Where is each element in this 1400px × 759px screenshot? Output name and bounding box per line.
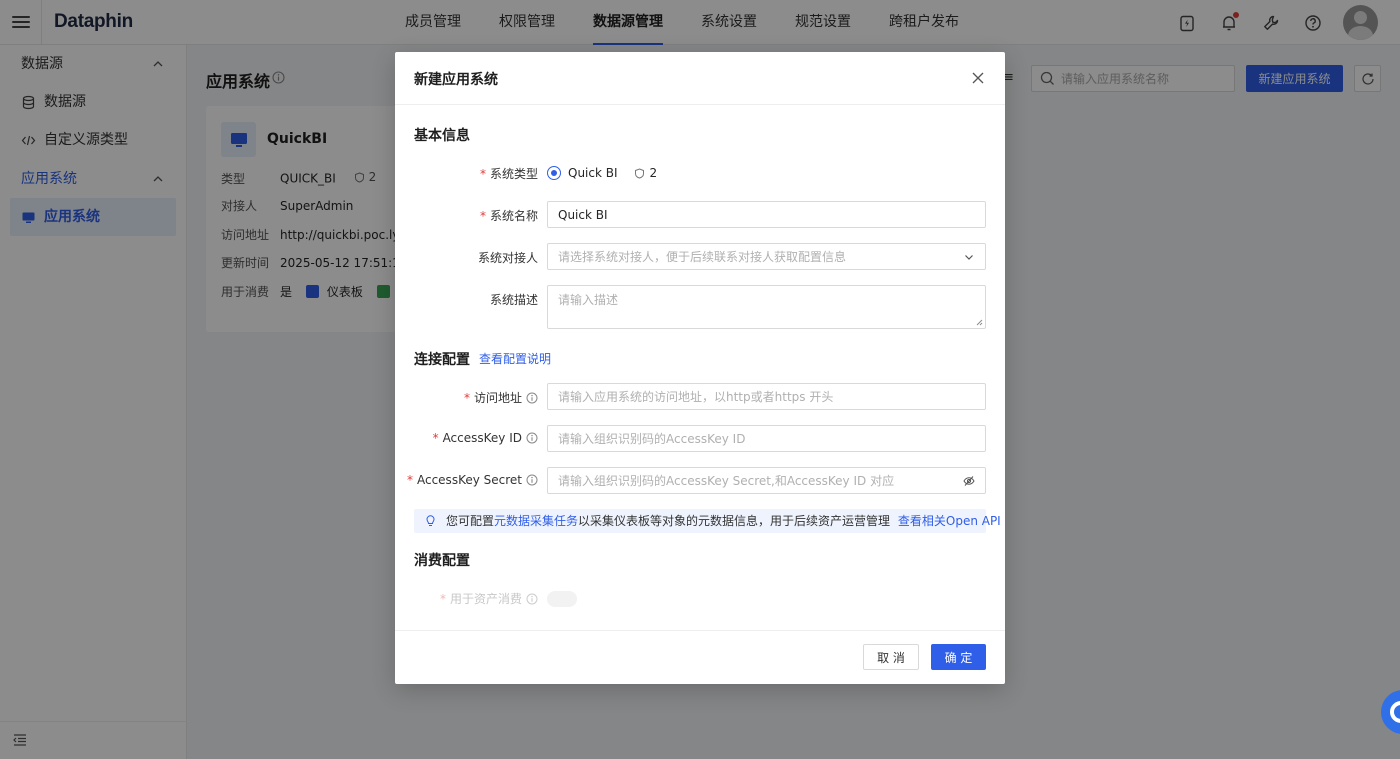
url-input[interactable] [558,384,958,409]
info-icon[interactable] [526,474,538,486]
dialog-footer: 取 消 确 定 [395,630,1005,684]
system-type-radio-group: Quick BI 2 [547,165,657,181]
accesskey-secret-field [547,467,986,494]
system-name-input[interactable] [558,202,958,227]
consume-switch[interactable] [547,591,577,607]
shield-icon [634,167,644,179]
metadata-task-link[interactable]: 元数据采集任务 [494,514,578,528]
accesskey-id-input[interactable] [558,426,958,451]
close-icon[interactable] [971,71,985,85]
dialog-header: 新建应用系统 [395,52,1005,105]
consume-label: * 用于资产消费 [440,590,538,607]
info-icon[interactable] [526,432,538,444]
section-consumption: 消费配置 [414,553,470,569]
dialog-title: 新建应用系统 [414,72,498,88]
contact-select-input[interactable] [558,244,958,269]
system-type-option[interactable]: Quick BI [568,166,618,180]
resize-handle-icon[interactable] [976,319,983,326]
section-connection: 连接配置 [414,352,470,368]
system-type-label: * 系统类型 [479,166,538,182]
url-label: * 访问地址 [464,389,538,406]
accesskey-secret-label: * AccessKey Secret [407,473,538,487]
cancel-button[interactable]: 取 消 [863,644,919,670]
eye-off-icon[interactable] [963,475,975,487]
system-name-field [547,201,986,228]
metadata-tip: 您可配置元数据采集任务以采集仪表板等对象的元数据信息，用于后续资产运营管理 查看… [414,509,1001,533]
contact-select[interactable] [547,243,986,270]
chevron-down-icon [965,255,973,260]
new-app-system-dialog: 新建应用系统 基本信息 *系统类型 Quick BI 2 *系统名称 系统对接人… [395,52,1005,684]
section-basic-info: 基本信息 [414,128,470,144]
url-field [547,383,986,410]
accesskey-secret-input[interactable] [558,468,958,493]
lightbulb-icon [426,515,435,526]
description-field [547,285,986,329]
open-api-link[interactable]: 查看相关Open API [898,514,1001,528]
contact-label: 系统对接人 [477,251,538,265]
description-textarea[interactable] [558,291,958,325]
system-name-label: * 系统名称 [479,208,538,224]
accesskey-id-field [547,425,986,452]
info-icon[interactable] [526,392,538,404]
config-help-link[interactable]: 查看配置说明 [479,350,551,367]
confirm-button[interactable]: 确 定 [931,644,986,670]
accesskey-id-label: * AccessKey ID [433,431,538,445]
system-type-radio[interactable] [547,166,561,180]
system-type-badge: 2 [649,166,658,180]
assistant-icon [1390,701,1400,723]
description-label: 系统描述 [489,293,538,307]
info-icon [526,593,538,604]
